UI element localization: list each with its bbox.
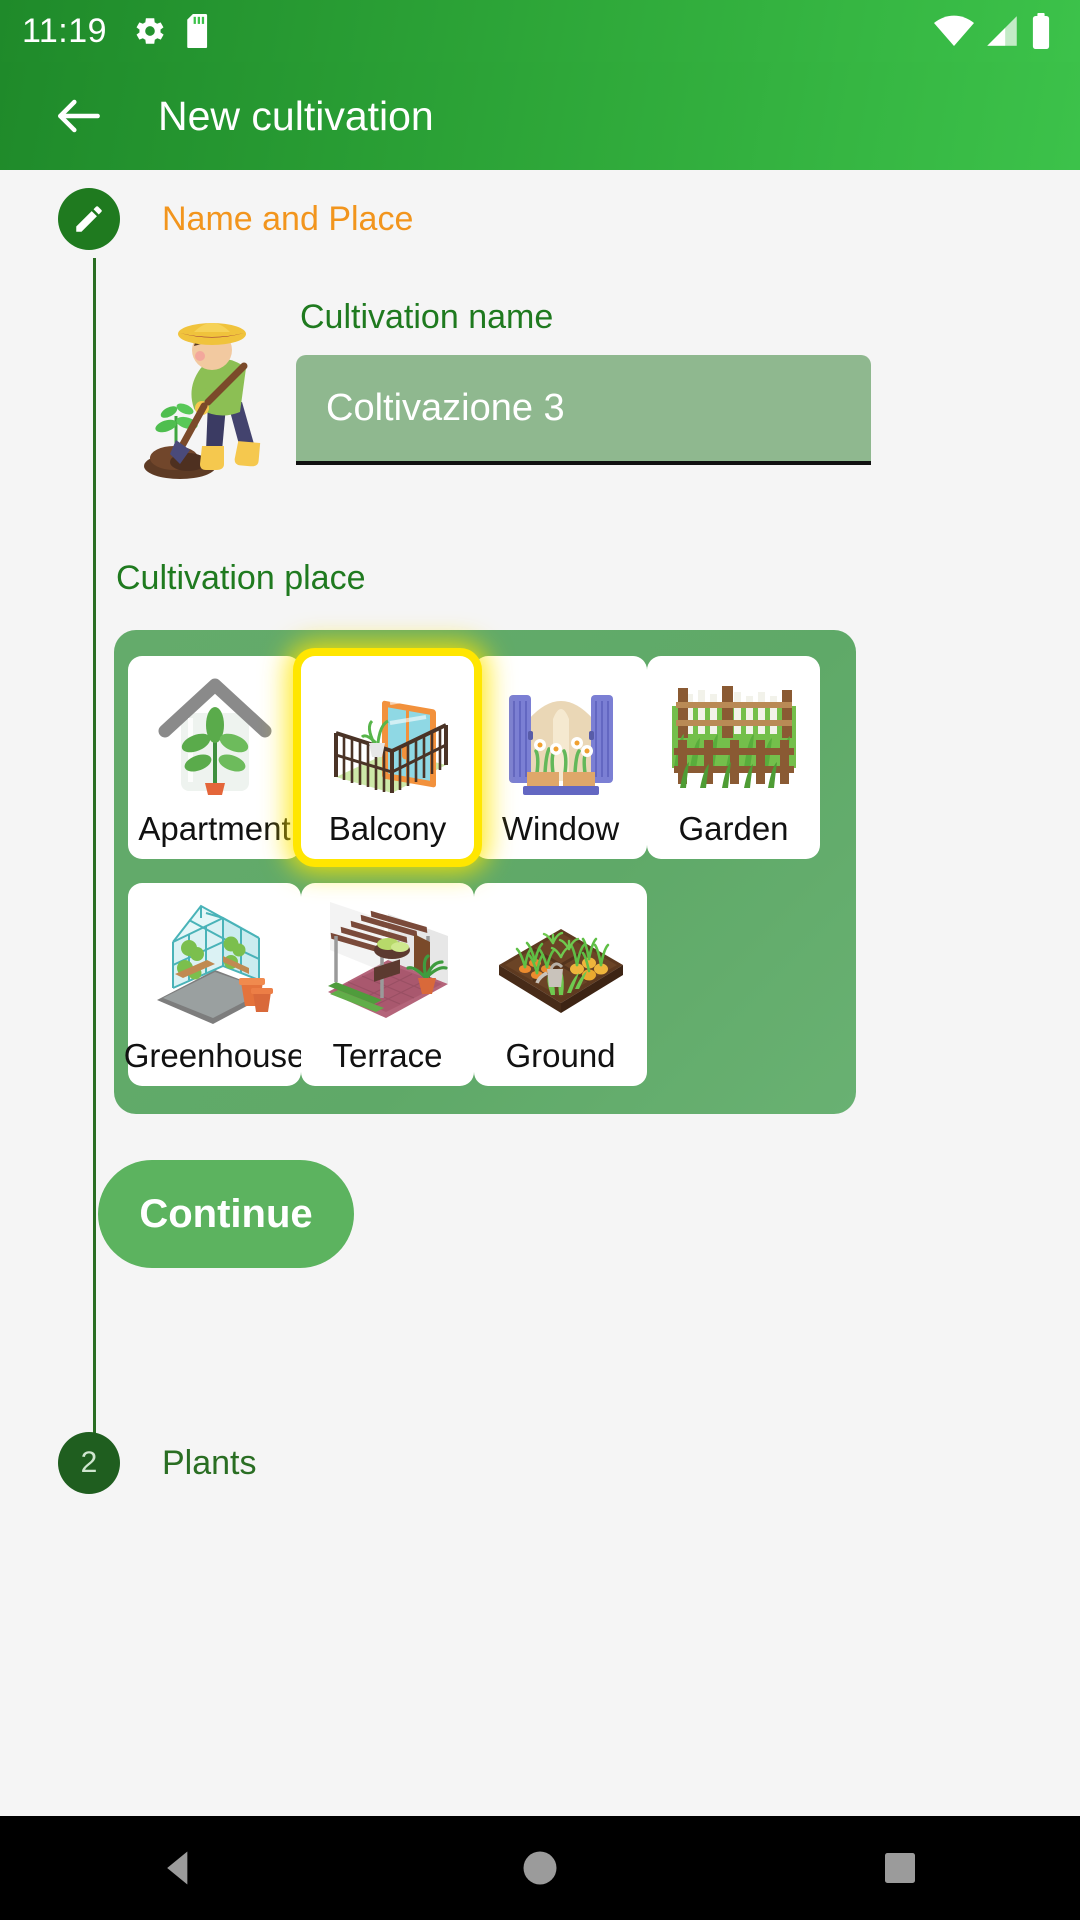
status-clock: 11:19 xyxy=(22,11,108,50)
place-option-label: Window xyxy=(501,810,620,847)
pencil-icon xyxy=(76,206,102,232)
ground-icon xyxy=(486,895,636,1035)
nav-recents-button[interactable] xyxy=(840,1816,960,1920)
place-option-garden[interactable]: Garden xyxy=(647,656,820,859)
step-badge xyxy=(58,188,120,250)
system-navigation-bar xyxy=(0,1816,1080,1920)
step-title: Name and Place xyxy=(162,199,414,238)
place-option-label: Terrace xyxy=(332,1037,443,1074)
place-option-label: Ground xyxy=(505,1037,616,1074)
balcony-icon xyxy=(313,668,463,808)
cultivation-name-input-wrap xyxy=(296,355,871,465)
place-option-label: Balcony xyxy=(328,810,447,847)
gear-icon xyxy=(133,14,167,48)
place-option-ground[interactable]: Ground xyxy=(474,883,647,1086)
nav-back-button[interactable] xyxy=(120,1816,240,1920)
place-option-apartment[interactable]: Apartment xyxy=(128,656,301,859)
back-arrow-icon xyxy=(58,99,100,133)
step-header-name-and-place[interactable]: Name and Place xyxy=(58,188,413,250)
garden-icon xyxy=(659,668,809,808)
wifi-icon xyxy=(934,14,974,48)
app-bar: New cultivation xyxy=(0,62,1080,170)
cultivation-name-input[interactable] xyxy=(296,355,871,465)
place-option-label: Greenhouse xyxy=(123,1037,306,1074)
app-screen: 11:19 New cultivation Name and Place Cul… xyxy=(0,0,1080,1920)
stepper-timeline xyxy=(93,258,96,1470)
content-area: Name and Place Cultivation name Coltivaz… xyxy=(0,170,1080,1816)
apartment-icon xyxy=(140,668,290,808)
place-cell: Window xyxy=(474,644,647,871)
window-icon xyxy=(486,668,636,808)
place-cell: Ground xyxy=(474,871,647,1098)
place-option-label: Apartment xyxy=(138,810,291,847)
continue-button[interactable]: Continue xyxy=(98,1160,354,1268)
status-system-icons xyxy=(934,13,1058,49)
nav-home-button[interactable] xyxy=(480,1816,600,1920)
step-header-plants[interactable]: 2 Plants xyxy=(58,1432,257,1494)
battery-icon xyxy=(1030,13,1052,49)
cultivation-name-label: Cultivation name xyxy=(300,298,554,336)
place-cell: Apartment xyxy=(128,644,301,871)
step-number-badge: 2 xyxy=(58,1432,120,1494)
place-option-label: Garden xyxy=(678,810,789,847)
name-and-place-panel: Cultivation name Cultivation place xyxy=(98,298,1036,1268)
gardener-illustration xyxy=(144,323,261,479)
cultivation-name-field-group: Cultivation name xyxy=(296,298,1036,465)
place-cell: Garden xyxy=(647,644,820,871)
back-button[interactable] xyxy=(44,81,114,151)
page-title: New cultivation xyxy=(158,92,434,139)
place-option-terrace[interactable]: Terrace xyxy=(301,883,474,1086)
place-cell: Greenhouse xyxy=(124,871,305,1098)
cultivation-place-grid: Apartment Balcony Window Garden Greenhou… xyxy=(114,630,856,1114)
place-option-balcony[interactable]: Balcony xyxy=(301,656,474,859)
greenhouse-icon xyxy=(140,895,290,1035)
cellular-signal-icon xyxy=(984,14,1020,48)
status-notification-icons xyxy=(133,14,213,48)
status-bar: 11:19 xyxy=(0,0,1080,62)
terrace-icon xyxy=(313,895,463,1035)
cultivation-name-row: Cultivation name xyxy=(136,298,1036,491)
place-cell: Balcony xyxy=(301,644,474,871)
sd-card-icon xyxy=(187,14,213,48)
next-step-title: Plants xyxy=(162,1443,257,1482)
place-option-greenhouse[interactable]: Greenhouse xyxy=(124,883,305,1086)
place-option-window[interactable]: Window xyxy=(474,656,647,859)
place-cell: Terrace xyxy=(301,871,474,1098)
cultivation-place-label: Cultivation place xyxy=(116,559,366,597)
nav-home-icon xyxy=(523,1851,557,1885)
nav-recents-icon xyxy=(885,1853,915,1883)
nav-back-icon xyxy=(167,1851,188,1885)
